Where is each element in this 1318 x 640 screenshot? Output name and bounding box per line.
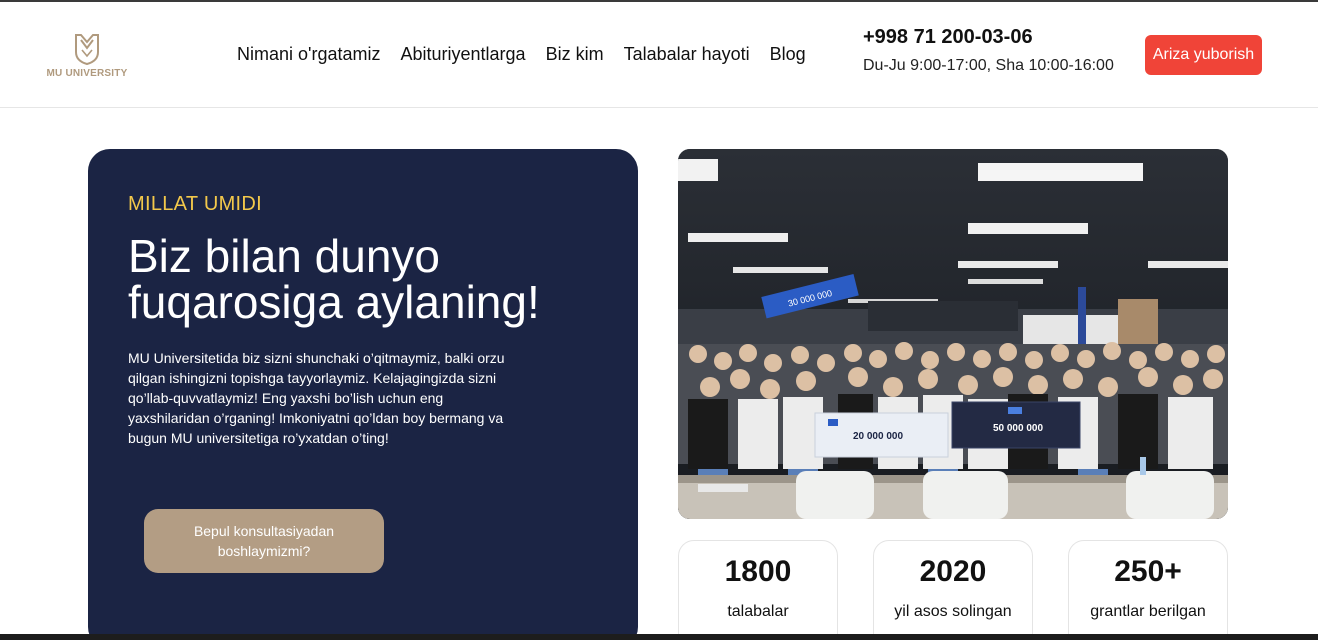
logo[interactable]: MU UNIVERSITY (46, 32, 128, 84)
group-photo-illustration: 30 000 000 20 000 000 50 000 000 (678, 149, 1228, 519)
stat-card-founded: 2020 yil asos solingan (873, 540, 1033, 640)
nav-item-blog[interactable]: Blog (770, 44, 806, 65)
main-nav: Nimani o'rgatamiz Abituriyentlarga Biz k… (237, 44, 806, 65)
stat-value: 1800 (724, 555, 792, 588)
nav-item-student-life[interactable]: Talabalar hayoti (624, 44, 750, 65)
check-left-amount-text: 20 000 000 (853, 431, 903, 442)
contact-info: +998 71 200-03-06 Du-Ju 9:00-17:00, Sha … (863, 26, 1114, 75)
stat-card-grants: 250+ grantlar berilgan (1068, 540, 1228, 640)
site-header: MU UNIVERSITY Nimani o'rgatamiz Abituriy… (0, 2, 1318, 108)
bottom-bar (0, 634, 1318, 640)
stat-label: talabalar (727, 603, 789, 620)
hero-kicker: MILLAT UMIDI (128, 193, 262, 215)
hero-description: MU Universitetida biz sizni shunchaki o’… (128, 350, 505, 446)
stat-value: 250+ (1114, 555, 1182, 588)
hero-card: MILLAT UMIDI Biz bilan dunyo fuqarosiga … (88, 149, 638, 640)
apply-button[interactable]: Ariza yuborish (1145, 35, 1262, 75)
check-right-amount-text: 50 000 000 (993, 423, 1043, 434)
nav-item-teach[interactable]: Nimani o'rgatamiz (237, 44, 380, 65)
free-consultation-button[interactable]: Bepul konsultasiyadan boshlaymizmi? (144, 509, 384, 573)
mu-shield-icon (75, 34, 99, 66)
stat-card-students: 1800 talabalar (678, 540, 838, 640)
stat-label: grantlar berilgan (1090, 603, 1206, 620)
nav-item-applicants[interactable]: Abituriyentlarga (400, 44, 525, 65)
students-group-photo: 30 000 000 20 000 000 50 000 000 (678, 149, 1228, 519)
stat-label: yil asos solingan (894, 603, 1012, 620)
stat-value: 2020 (919, 555, 987, 588)
working-hours: Du-Ju 9:00-17:00, Sha 10:00-16:00 (863, 57, 1114, 74)
logo-text: MU UNIVERSITY (46, 68, 128, 79)
nav-item-about[interactable]: Biz kim (546, 44, 604, 65)
phone-number[interactable]: +998 71 200-03-06 (863, 26, 1114, 49)
hero-title: Biz bilan dunyo fuqarosiga aylaning! (128, 230, 540, 328)
